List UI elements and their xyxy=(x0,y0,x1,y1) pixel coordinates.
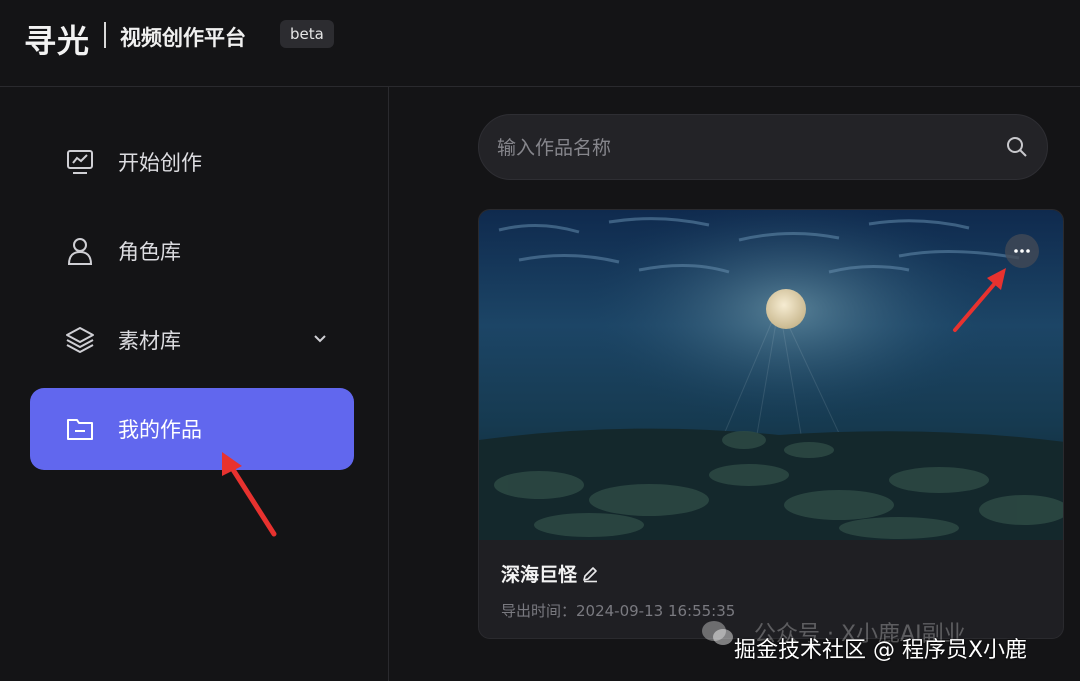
work-title-text: 深海巨怪 xyxy=(501,564,578,586)
platform-title: 视频创作平台 xyxy=(120,26,246,50)
app-logo[interactable]: 寻光 xyxy=(24,16,90,62)
header: 寻光 视频创作平台 beta xyxy=(0,0,1080,87)
more-options-button[interactable] xyxy=(1005,234,1039,268)
person-icon xyxy=(64,235,96,267)
sidebar-item-my-works[interactable]: 我的作品 xyxy=(30,388,354,470)
chevron-down-icon[interactable] xyxy=(308,326,332,350)
work-card[interactable]: 深海巨怪 导出时间：2024-09-13 16:55:35 xyxy=(478,209,1064,639)
sidebar-item-label: 我的作品 xyxy=(118,418,202,442)
sidebar-item-label: 开始创作 xyxy=(118,151,202,175)
sidebar-item-start-creating[interactable]: 开始创作 xyxy=(30,121,354,203)
sidebar-item-character-library[interactable]: 角色库 xyxy=(30,210,354,292)
wechat-icon xyxy=(702,621,733,645)
logo-divider xyxy=(104,22,106,48)
watermark-front: 掘金技术社区 @ 程序员X小鹿 xyxy=(734,638,1028,663)
search-icon[interactable] xyxy=(1005,135,1031,161)
sidebar-item-material-library[interactable]: 素材库 xyxy=(30,299,354,381)
work-thumbnail[interactable] xyxy=(479,210,1064,540)
folder-icon xyxy=(64,413,96,445)
monitor-chart-icon xyxy=(64,146,96,178)
sidebar-item-label: 角色库 xyxy=(118,240,181,264)
beta-badge: beta xyxy=(280,20,334,48)
sidebar-item-label: 素材库 xyxy=(118,329,181,353)
search-bar xyxy=(478,114,1048,180)
layers-icon xyxy=(64,324,96,356)
sidebar: 开始创作 角色库 素材库 我的作品 xyxy=(0,87,389,681)
work-title: 深海巨怪 xyxy=(501,560,599,587)
search-input[interactable] xyxy=(495,129,989,167)
more-dots-icon xyxy=(1014,249,1030,253)
edit-pencil-icon[interactable] xyxy=(581,565,599,583)
